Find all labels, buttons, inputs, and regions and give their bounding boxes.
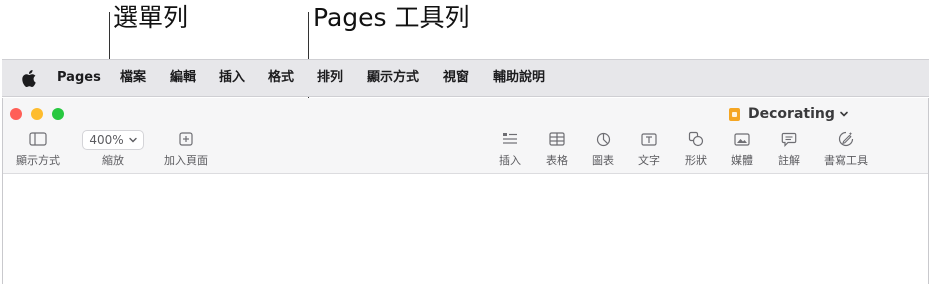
toolbar-callout-label: Pages 工具列	[313, 3, 470, 32]
document-canvas[interactable]	[3, 174, 928, 284]
menu-bar: Pages 檔案 編輯 插入 格式 排列 顯示方式 視窗 輔助說明	[2, 59, 929, 97]
insert-list-icon	[503, 133, 517, 144]
text-button[interactable]: 文字	[638, 130, 660, 167]
close-window-button[interactable]	[10, 108, 22, 120]
table-button[interactable]: 表格	[546, 130, 568, 167]
menu-insert[interactable]: 插入	[219, 70, 245, 86]
text-box-icon	[641, 132, 657, 146]
zoom-select[interactable]: 400%	[82, 130, 144, 150]
writing-tools-button[interactable]: 書寫工具	[824, 130, 868, 167]
menu-arrange[interactable]: 排列	[317, 70, 343, 86]
pages-toolbar: Decorating 顯示方式 400% 縮放 加入頁面 插入 表格 圖表 文字…	[3, 98, 928, 174]
menubar-callout-line	[109, 12, 110, 60]
menu-edit[interactable]: 編輯	[170, 70, 196, 86]
pages-window: Decorating 顯示方式 400% 縮放 加入頁面 插入 表格 圖表 文字…	[2, 98, 929, 284]
zoom-window-button[interactable]	[52, 108, 64, 120]
chevron-down-icon	[128, 137, 137, 143]
zoom-value: 400%	[89, 133, 124, 147]
chart-button[interactable]: 圖表	[592, 130, 614, 167]
menubar-callout-label: 選單列	[113, 3, 189, 32]
media-photo-icon	[734, 132, 750, 146]
menu-file[interactable]: 檔案	[120, 70, 146, 86]
writing-tools-icon	[838, 131, 854, 147]
document-title-menu[interactable]: Decorating	[729, 104, 849, 124]
sidebar-icon	[29, 132, 47, 146]
document-title: Decorating	[748, 106, 835, 122]
view-label: 顯示方式	[16, 154, 60, 167]
media-button[interactable]: 媒體	[731, 130, 753, 167]
media-label: 媒體	[731, 154, 753, 167]
document-icon	[729, 107, 740, 121]
add-page-button[interactable]: 加入頁面	[164, 130, 208, 167]
menu-format[interactable]: 格式	[268, 70, 294, 86]
zoom-label: 縮放	[102, 154, 124, 167]
comment-button[interactable]: 註解	[778, 130, 800, 167]
comment-label: 註解	[778, 154, 800, 167]
shape-icon	[688, 131, 704, 147]
shape-label: 形狀	[685, 154, 707, 167]
add-page-icon	[179, 132, 193, 146]
insert-label: 插入	[499, 154, 521, 167]
menu-help[interactable]: 輔助說明	[493, 70, 545, 86]
menu-view[interactable]: 顯示方式	[367, 70, 419, 86]
add-page-label: 加入頁面	[164, 154, 208, 167]
view-button[interactable]: 顯示方式	[16, 130, 60, 167]
insert-button[interactable]: 插入	[499, 130, 521, 167]
menu-window[interactable]: 視窗	[443, 70, 469, 86]
table-label: 表格	[546, 154, 568, 167]
comment-icon	[781, 132, 797, 147]
table-icon	[549, 132, 565, 146]
text-label: 文字	[638, 154, 660, 167]
writing-tools-label: 書寫工具	[824, 154, 868, 167]
menu-app-pages[interactable]: Pages	[57, 70, 101, 86]
chart-label: 圖表	[592, 154, 614, 167]
zoom-control[interactable]: 400% 縮放	[82, 130, 144, 167]
pie-chart-icon	[596, 132, 610, 146]
chevron-down-icon	[840, 111, 848, 117]
apple-logo-icon[interactable]	[22, 70, 36, 87]
shape-button[interactable]: 形狀	[685, 130, 707, 167]
minimize-window-button[interactable]	[31, 108, 43, 120]
